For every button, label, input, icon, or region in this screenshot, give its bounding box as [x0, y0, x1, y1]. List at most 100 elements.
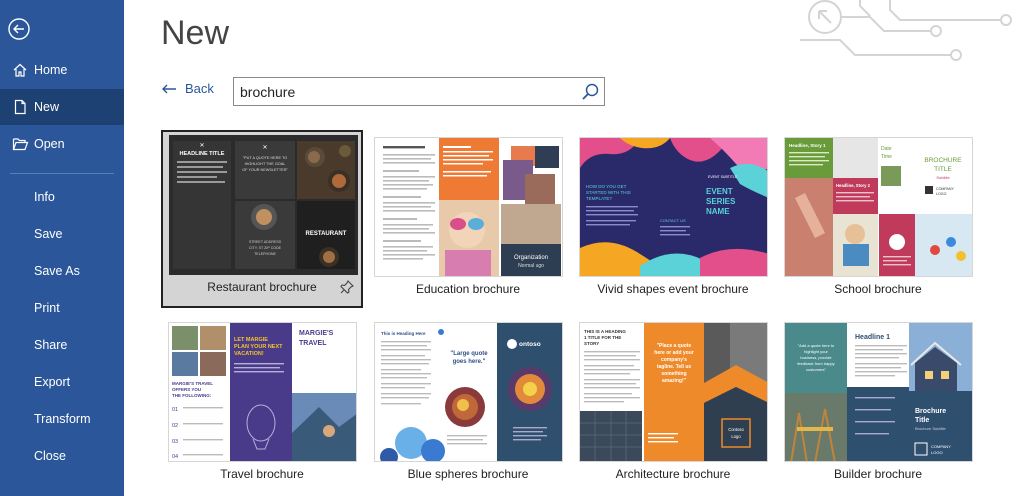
template-education-brochure[interactable]: Organization Normal ugo Education brochu… [367, 132, 569, 310]
svg-text:"Add a quote here to: "Add a quote here to [798, 343, 835, 348]
back-button[interactable]: Back [161, 81, 214, 96]
nav-label-print: Print [34, 301, 60, 315]
svg-text:Normal ugo: Normal ugo [518, 263, 544, 269]
nav-item-info[interactable]: Info [0, 179, 124, 215]
svg-text:TELEPHONE: TELEPHONE [254, 252, 276, 256]
template-builder-brochure[interactable]: "Add a quote here to highlight your busi… [777, 317, 979, 495]
svg-text:HIGHLIGHT THE GOAL: HIGHLIGHT THE GOAL [245, 162, 286, 166]
template-thumbnail: Organization Normal ugo [374, 137, 563, 277]
svg-text:✕: ✕ [262, 145, 267, 151]
svg-text:"Place a quote: "Place a quote [657, 343, 692, 349]
nav-item-transform[interactable]: Transform [0, 401, 124, 437]
svg-text:THIS IS A HEADING: THIS IS A HEADING [584, 329, 626, 334]
nav-item-save[interactable]: Save [0, 216, 124, 252]
nav-label-home: Home [34, 63, 68, 77]
svg-text:OFFERS YOU: OFFERS YOU [172, 387, 201, 392]
svg-text:04: 04 [172, 454, 178, 460]
svg-text:OF YOUR NEWSLETTER": OF YOUR NEWSLETTER" [242, 168, 288, 172]
nav-item-close[interactable]: Close [0, 438, 124, 474]
svg-text:business, provide: business, provide [800, 355, 832, 360]
svg-text:"Large quote: "Large quote [450, 351, 488, 357]
svg-text:customers": customers" [806, 367, 826, 372]
svg-text:MARGIE'S TRAVEL: MARGIE'S TRAVEL [172, 381, 213, 386]
svg-text:EVENT SUBTITLE: EVENT SUBTITLE [708, 175, 738, 179]
back-arrow-icon[interactable] [8, 18, 30, 40]
word-backstage-new-page: Home New Open Info Save Save As Print Sh… [0, 0, 1024, 496]
nav-item-print[interactable]: Print [0, 290, 124, 326]
template-search-box [233, 77, 605, 106]
new-document-icon [10, 97, 30, 117]
backstage-sidebar: Home New Open Info Save Save As Print Sh… [0, 0, 124, 496]
template-thumbnail: HOW DO YOU GET STARTED WITH THIS TEMPLAT… [579, 137, 768, 277]
svg-text:This is Heading Here: This is Heading Here [381, 331, 426, 336]
page-title: New [161, 14, 230, 52]
svg-text:Organization: Organization [514, 255, 548, 261]
template-travel-brochure[interactable]: MARGIE'S TRAVEL OFFERS YOU THE FOLLOWING… [161, 317, 363, 495]
svg-text:BROCHURE: BROCHURE [924, 157, 962, 164]
svg-text:01: 01 [172, 407, 178, 413]
template-label: Restaurant brochure [207, 280, 317, 294]
svg-text:Subtitle: Subtitle [936, 175, 950, 180]
back-label: Back [185, 81, 214, 96]
template-thumbnail: THIS IS A HEADING 1 TITLE FOR THE STORY … [579, 322, 768, 462]
svg-text:highlight your: highlight your [804, 349, 828, 354]
template-thumbnail: This is Heading Here "Large quote goes h… [374, 322, 563, 462]
svg-text:TITLE: TITLE [934, 166, 952, 173]
template-blue-spheres-brochure[interactable]: This is Heading Here "Large quote goes h… [367, 317, 569, 495]
template-school-brochure[interactable]: Headline, Story 1 Headline, Story 2 Date… [777, 132, 979, 310]
svg-text:Headline 1: Headline 1 [855, 334, 890, 341]
svg-text:MARGIE'S: MARGIE'S [299, 330, 334, 337]
nav-item-export[interactable]: Export [0, 364, 124, 400]
nav-item-new[interactable]: New [0, 89, 124, 125]
svg-text:here or add your: here or add your [654, 350, 694, 356]
svg-text:Time: Time [881, 154, 892, 160]
nav-item-save-as[interactable]: Save As [0, 253, 124, 289]
svg-text:amazing!": amazing!" [662, 378, 687, 384]
svg-text:COMPANY: COMPANY [931, 444, 951, 449]
nav-label-new: New [34, 100, 60, 114]
svg-text:02: 02 [172, 423, 178, 429]
svg-text:LET MARGIE: LET MARGIE [234, 337, 268, 343]
home-icon [10, 60, 30, 80]
template-label: Vivid shapes event brochure [597, 282, 749, 296]
svg-text:goes here.": goes here." [453, 359, 486, 365]
template-thumbnail: MARGIE'S TRAVEL OFFERS YOU THE FOLLOWING… [168, 322, 357, 462]
template-restaurant-brochure[interactable]: ✕ HEADLINE TITLE ✕ "PUT A QUOTE HERE TO … [161, 130, 363, 308]
template-architecture-brochure[interactable]: THIS IS A HEADING 1 TITLE FOR THE STORY … [572, 317, 774, 495]
nav-label-open: Open [34, 137, 65, 151]
svg-text:STARTED WITH THIS: STARTED WITH THIS [586, 190, 631, 195]
svg-text:STREET ADDRESS: STREET ADDRESS [249, 240, 282, 244]
svg-text:tagline. Tell us: tagline. Tell us [657, 364, 692, 370]
svg-text:Brochure: Brochure [915, 408, 946, 415]
nav-item-share[interactable]: Share [0, 327, 124, 363]
template-thumbnail: "Add a quote here to highlight your busi… [784, 322, 973, 462]
template-label: Blue spheres brochure [407, 467, 529, 481]
pin-icon[interactable] [339, 279, 355, 295]
nav-label-share: Share [34, 338, 68, 352]
svg-text:COMPANY: COMPANY [936, 187, 955, 191]
svg-text:VACATION!: VACATION! [234, 351, 264, 357]
nav-label-save-as: Save As [34, 264, 80, 278]
svg-text:TRAVEL: TRAVEL [299, 340, 327, 347]
nav-divider [10, 173, 114, 174]
template-vivid-shapes-event-brochure[interactable]: HOW DO YOU GET STARTED WITH THIS TEMPLAT… [572, 132, 774, 310]
svg-text:Date: Date [881, 146, 892, 152]
template-label: Builder brochure [833, 467, 923, 481]
nav-item-open[interactable]: Open [0, 126, 124, 162]
svg-text:LOGO: LOGO [931, 450, 943, 455]
thumb-headline: HEADLINE TITLE [180, 151, 225, 157]
template-label: Education brochure [415, 282, 521, 296]
svg-text:CITY, ST ZIP CODE: CITY, ST ZIP CODE [249, 246, 282, 250]
svg-text:Logo: Logo [731, 434, 741, 439]
back-arrow-icon [162, 84, 176, 93]
svg-text:SERIES: SERIES [706, 197, 736, 206]
svg-text:NAME: NAME [706, 207, 730, 216]
svg-text:LOGO: LOGO [936, 192, 947, 196]
svg-text:✕: ✕ [199, 143, 204, 149]
template-thumbnail: Headline, Story 1 Headline, Story 2 Date… [784, 137, 973, 277]
svg-text:RESTAURANT: RESTAURANT [306, 231, 347, 237]
nav-item-home[interactable]: Home [0, 52, 124, 88]
nav-label-export: Export [34, 375, 71, 389]
search-icon[interactable] [580, 82, 600, 102]
search-input[interactable] [240, 82, 570, 102]
